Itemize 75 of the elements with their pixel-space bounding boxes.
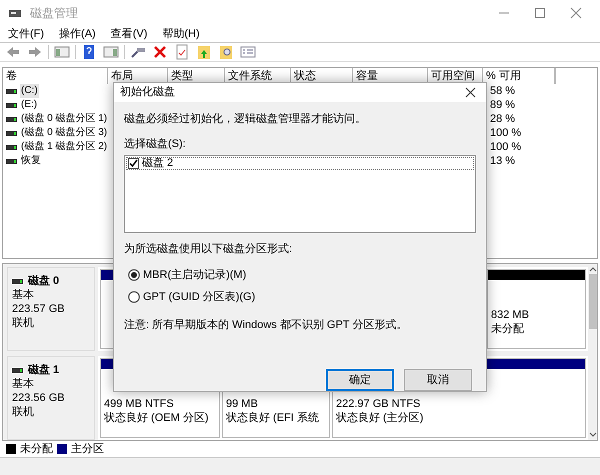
menu-item[interactable]: 查看(V) (108, 26, 150, 42)
app-icon (8, 7, 22, 19)
dialog-title: 初始化磁盘 (120, 84, 175, 100)
partition-info: 状态良好 (EFI 系统 (226, 411, 320, 425)
console-tree-icon[interactable] (54, 44, 70, 60)
disk-type: 基本 (12, 377, 35, 391)
drive-icon (6, 144, 17, 150)
disk-type: 基本 (12, 288, 35, 302)
folder-up-icon[interactable] (196, 44, 212, 60)
partition-info: 832 MB (491, 308, 530, 322)
table-cell: 13 % (490, 155, 516, 167)
column-header[interactable]: % 可用 (483, 68, 555, 84)
partition-info: 未分配 (491, 322, 525, 336)
volume-name[interactable]: (C:) (20, 84, 39, 98)
drive-icon (6, 116, 17, 122)
partition-info: 状态良好 (主分区) (336, 411, 424, 425)
dialog-button[interactable]: 确定 (326, 369, 394, 391)
radio-button[interactable] (128, 291, 140, 304)
drive-icon (6, 130, 17, 136)
partition-info: 222.97 GB NTFS (336, 397, 422, 411)
action-pane-icon[interactable] (103, 44, 119, 60)
radio-button[interactable] (128, 268, 140, 281)
volume-name[interactable]: (磁盘 0 磁盘分区 1) (20, 112, 108, 126)
disk-name: 磁盘 0 (28, 274, 60, 288)
disk-status: 联机 (12, 405, 35, 419)
forward-arrow-icon[interactable] (27, 44, 43, 60)
disk-status: 联机 (12, 316, 35, 330)
disk-list-label: 磁盘 2 (142, 156, 174, 172)
partition-info: 499 MB NTFS (104, 397, 175, 411)
window-title: 磁盘管理 (30, 5, 78, 22)
legend-label: 未分配 (20, 442, 53, 457)
drive-icon (6, 102, 17, 108)
disk-name: 磁盘 1 (28, 363, 60, 377)
dialog-message: 磁盘必须经过初始化，逻辑磁盘管理器才能访问。 (124, 112, 367, 127)
menu-item[interactable]: 文件(F) (6, 26, 46, 42)
close-icon[interactable] (465, 87, 476, 98)
disk-size: 223.56 GB (12, 391, 66, 405)
radio-label[interactable]: MBR(主启动记录)(M) (143, 266, 246, 283)
volume-name[interactable]: 恢复 (20, 154, 42, 168)
maximize-icon[interactable] (534, 7, 546, 19)
menu-item[interactable]: 帮助(H) (160, 26, 202, 42)
legend-label: 主分区 (71, 442, 104, 457)
table-cell: 89 % (490, 99, 516, 111)
partition-info: 状态良好 (OEM 分区) (104, 411, 210, 425)
dialog-button[interactable]: 取消 (404, 369, 472, 391)
volume-name[interactable]: (磁盘 1 磁盘分区 2) (20, 140, 108, 154)
drive-icon (6, 158, 17, 164)
checklist-icon[interactable] (174, 44, 190, 60)
select-disk-label: 选择磁盘(S): (124, 136, 187, 152)
folder-search-icon[interactable] (218, 44, 234, 60)
partition-style-label: 为所选磁盘使用以下磁盘分区形式: (124, 242, 294, 257)
table-cell: 100 % (490, 127, 522, 139)
volume-name[interactable]: (磁盘 0 磁盘分区 3) (20, 126, 108, 140)
disk-label-panel[interactable]: 磁盘 0 基本 223.57 GB 联机 (7, 267, 95, 351)
partition-info: 99 MB (226, 397, 259, 411)
menu-item[interactable]: 操作(A) (57, 26, 98, 42)
delete-icon[interactable] (152, 44, 168, 60)
drive-icon (6, 88, 17, 94)
properties-icon[interactable] (240, 44, 256, 60)
table-cell: 58 % (490, 85, 516, 97)
table-cell: 100 % (490, 141, 522, 153)
radio-label[interactable]: GPT (GUID 分区表)(G) (143, 289, 256, 306)
volume-name[interactable]: (E:) (20, 98, 38, 112)
scrollbar[interactable] (588, 264, 597, 440)
compatibility-note: 注意: 所有早期版本的 Windows 都不识别 GPT 分区形式。 (124, 318, 408, 332)
disk-list[interactable]: 磁盘 2 (124, 155, 476, 233)
table-cell: 28 % (490, 113, 516, 125)
back-arrow-icon[interactable] (5, 44, 21, 60)
partition-block[interactable]: 832 MB 未分配 (487, 269, 586, 349)
disk-list-item[interactable]: 磁盘 2 (126, 157, 474, 170)
disk-label-panel[interactable]: 磁盘 1 基本 223.56 GB 联机 (7, 356, 95, 440)
column-header[interactable]: 卷 (3, 68, 108, 84)
checkbox[interactable] (128, 158, 139, 169)
help-icon[interactable] (81, 44, 97, 60)
disk-size: 223.57 GB (12, 302, 66, 316)
